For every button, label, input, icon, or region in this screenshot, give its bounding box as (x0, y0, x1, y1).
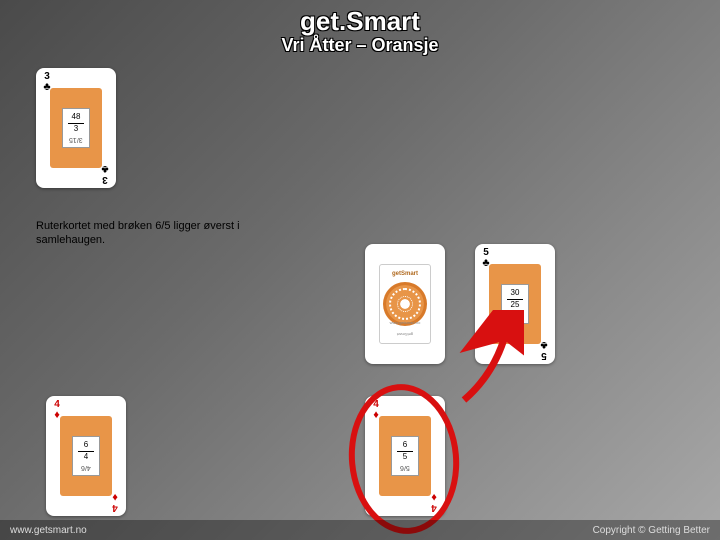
footer-url: www.getsmart.no (10, 525, 87, 536)
card-back-url: www.getsmart.no (380, 320, 430, 325)
header: get.Smart Vri Åtter – Oransje (0, 0, 720, 56)
card-back-brand: getSmart (380, 271, 430, 277)
card-bottom-left: 4 ♦ 4 ♦ 6 4 4/6 (46, 396, 126, 516)
card-back-body: getSmart www.getsmart.no getSmart (379, 264, 431, 344)
card-body: 30 25 5/16 (489, 264, 541, 344)
card-body: 6 5 5/6 (379, 416, 431, 496)
fraction-box: 6 4 4/6 (72, 436, 100, 476)
card-middle-right: 5 ♣ 5 ♣ 30 25 5/16 (475, 244, 555, 364)
fraction-box: 48 3 3/15 (62, 108, 90, 148)
page-subtitle: Vri Åtter – Oransje (0, 35, 720, 56)
page-title: get.Smart (0, 6, 720, 37)
card-body: 48 3 3/15 (50, 88, 102, 168)
card-top-left: 3 ♣ 3 ♣ 48 3 3/15 (36, 68, 116, 188)
fraction-box: 6 5 5/6 (391, 436, 419, 476)
caption-text: Ruterkortet med brøken 6/5 ligger øverst… (36, 220, 296, 248)
card-deck-back: getSmart www.getsmart.no getSmart (365, 244, 445, 364)
fraction-box: 30 25 5/16 (501, 284, 529, 324)
card-body: 6 4 4/6 (60, 416, 112, 496)
footer-copyright: Copyright © Getting Better (593, 525, 710, 536)
footer: www.getsmart.no Copyright © Getting Bett… (0, 520, 720, 540)
card-bottom-center: 4 ♦ 4 ♦ 6 5 5/6 (365, 396, 445, 516)
